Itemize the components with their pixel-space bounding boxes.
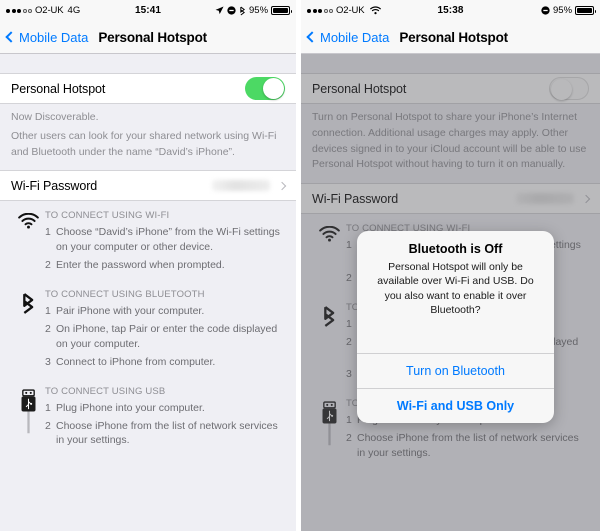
status-bar-right: 95% <box>464 5 597 16</box>
step-number: 1 <box>45 304 51 317</box>
step-text: Choose iPhone from the list of network s… <box>56 419 278 447</box>
carrier-label: O2-UK <box>336 5 365 16</box>
chevron-left-icon <box>5 31 17 43</box>
wifi-password-value-blurred <box>212 180 270 192</box>
do-not-disturb-icon <box>541 6 550 15</box>
chevron-left-icon <box>306 31 318 43</box>
instruction-body: TO CONNECT USING USB 1 Plug iPhone into … <box>45 386 285 452</box>
instruction-body: TO CONNECT USING BLUETOOTH 1 Pair iPhone… <box>45 289 285 373</box>
step-number: 2 <box>45 419 51 432</box>
comparison-screenshot: O2-UK 4G 15:41 95% Mobile Data Personal … <box>0 0 600 531</box>
signal-dots-icon <box>307 8 333 13</box>
step-text: Choose “David’s iPhone” from the Wi-Fi s… <box>56 226 280 254</box>
step-text: On iPhone, tap Pair or enter the code di… <box>56 322 278 350</box>
instruction-step: 2 Choose iPhone from the list of network… <box>45 419 285 449</box>
status-bar-left: O2-UK <box>307 5 437 16</box>
signal-dots-icon <box>6 8 32 13</box>
clock-label: 15:41 <box>134 5 162 16</box>
clock-label: 15:38 <box>437 5 464 16</box>
hotspot-discoverable-note: Now Discoverable. Other users can look f… <box>0 104 296 170</box>
step-number: 1 <box>45 401 51 414</box>
alert-spacer <box>370 318 541 340</box>
step-text: Plug iPhone into your computer. <box>56 401 205 414</box>
back-button[interactable]: Mobile Data <box>306 29 390 45</box>
battery-icon <box>271 6 293 15</box>
phone-screen-bluetooth-alert: O2-UK 15:38 95% Mobile Data Personal Hot… <box>301 0 600 531</box>
instruction-step: 1 Pair iPhone with your computer. <box>45 304 285 319</box>
step-text: Connect to iPhone from computer. <box>56 355 216 368</box>
alert-title: Bluetooth is Off <box>408 242 503 256</box>
status-bar: O2-UK 4G 15:41 95% <box>0 0 296 21</box>
instruction-body: TO CONNECT USING WI-FI 1 Choose “David’s… <box>45 210 285 276</box>
instruction-step: 2 On iPhone, tap Pair or enter the code … <box>45 322 285 352</box>
page-title: Personal Hotspot <box>98 29 207 45</box>
instruction-heading: TO CONNECT USING USB <box>45 385 166 397</box>
bluetooth-icon <box>11 289 45 373</box>
network-type-label: 4G <box>67 5 81 16</box>
status-bar-right: 95% <box>161 5 293 16</box>
personal-hotspot-row[interactable]: Personal Hotspot <box>0 73 296 104</box>
wifi-password-row[interactable]: Wi-Fi Password <box>0 170 296 202</box>
back-button-label: Mobile Data <box>19 29 89 45</box>
settings-content: Personal Hotspot Turn on Personal Hotspo… <box>301 54 600 531</box>
instruction-step: 1 Choose “David’s iPhone” from the Wi-Fi… <box>45 225 285 255</box>
page-title: Personal Hotspot <box>399 29 508 45</box>
do-not-disturb-icon <box>227 6 236 15</box>
note-line-2: Other users can look for your shared net… <box>11 129 277 158</box>
bluetooth-icon <box>239 6 246 16</box>
instruction-step: 2 Enter the password when prompted. <box>45 258 285 273</box>
step-text: Enter the password when prompted. <box>56 259 225 272</box>
panel-divider <box>296 0 301 531</box>
instruction-block-usb: TO CONNECT USING USB 1 Plug iPhone into … <box>0 377 296 456</box>
back-button-label: Mobile Data <box>320 29 390 45</box>
status-bar-left: O2-UK 4G <box>6 5 135 16</box>
alert-message: Personal Hotspot will only be available … <box>377 261 534 317</box>
wifi-password-label: Wi-Fi Password <box>11 178 98 193</box>
usb-cable-icon <box>11 386 45 452</box>
battery-percent-label: 95% <box>553 5 573 16</box>
back-button[interactable]: Mobile Data <box>5 29 89 45</box>
settings-content: Personal Hotspot Now Discoverable. Other… <box>0 54 296 531</box>
bluetooth-off-alert: Bluetooth is Off Personal Hotspot will o… <box>357 231 554 423</box>
location-arrow-icon <box>215 6 224 15</box>
instruction-step: 3 Connect to iPhone from computer. <box>45 355 285 370</box>
battery-percent-label: 95% <box>249 5 269 16</box>
wifi-icon <box>11 210 45 276</box>
nav-bar: Mobile Data Personal Hotspot <box>301 21 600 54</box>
phone-screen-hotspot-on: O2-UK 4G 15:41 95% Mobile Data Personal … <box>0 0 296 531</box>
step-number: 1 <box>45 226 51 239</box>
battery-icon <box>575 6 597 15</box>
personal-hotspot-label: Personal Hotspot <box>11 81 106 96</box>
step-number: 2 <box>45 259 51 272</box>
personal-hotspot-toggle[interactable] <box>245 77 285 100</box>
instruction-heading: TO CONNECT USING BLUETOOTH <box>45 288 205 300</box>
step-text: Pair iPhone with your computer. <box>56 304 205 317</box>
step-number: 3 <box>45 355 51 368</box>
alert-body: Bluetooth is Off Personal Hotspot will o… <box>357 231 554 353</box>
wifi-icon <box>369 6 381 15</box>
instruction-block-bluetooth: TO CONNECT USING BLUETOOTH 1 Pair iPhone… <box>0 280 296 377</box>
chevron-right-icon <box>277 181 287 190</box>
instruction-step: 1 Plug iPhone into your computer. <box>45 401 285 416</box>
note-line-1: Now Discoverable. <box>11 111 99 123</box>
nav-bar: Mobile Data Personal Hotspot <box>0 21 296 54</box>
instruction-heading: TO CONNECT USING WI-FI <box>45 210 170 222</box>
turn-on-bluetooth-button[interactable]: Turn on Bluetooth <box>357 352 554 388</box>
status-bar: O2-UK 15:38 95% <box>301 0 600 21</box>
wifi-and-usb-only-button[interactable]: Wi-Fi and USB Only <box>357 387 554 423</box>
instruction-block-wifi: TO CONNECT USING WI-FI 1 Choose “David’s… <box>0 201 296 280</box>
step-number: 2 <box>45 322 51 335</box>
carrier-label: O2-UK <box>35 5 64 16</box>
